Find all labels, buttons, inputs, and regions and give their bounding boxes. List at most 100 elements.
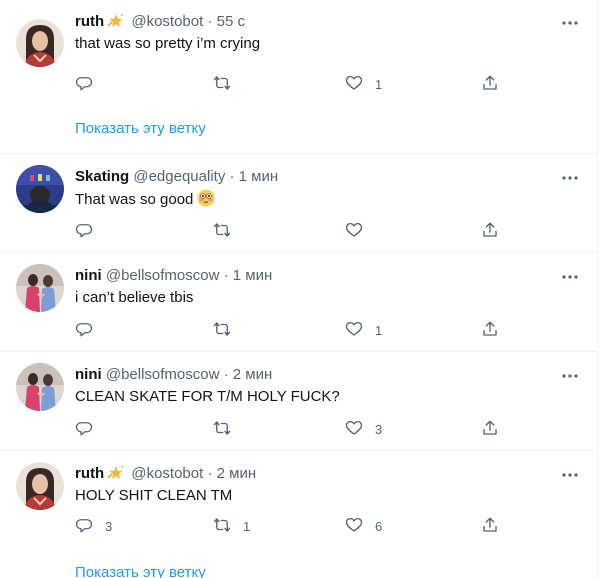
retweet-count: 1	[243, 518, 251, 534]
user-handle[interactable]: @bellsofmoscow	[106, 366, 220, 383]
heart-icon	[345, 419, 363, 440]
like-button[interactable]	[345, 221, 375, 241]
timestamp[interactable]: 2 мин	[233, 366, 273, 383]
more-dots-icon[interactable]	[561, 270, 579, 284]
like-button[interactable]: 3	[345, 419, 382, 439]
more-dots-icon[interactable]	[561, 171, 579, 185]
retweet-button[interactable]	[213, 74, 243, 94]
like-count: 6	[375, 518, 383, 534]
user-handle[interactable]: @kostobot	[131, 13, 203, 30]
tweet[interactable]: Skating @edgequality · 1 мин That was so…	[0, 155, 598, 253]
share-button[interactable]	[481, 419, 499, 439]
flushed-face-icon	[197, 189, 215, 207]
share-icon	[481, 221, 499, 242]
tweet-actions: 1	[75, 74, 515, 94]
display-name[interactable]: ruth	[75, 13, 104, 30]
timestamp[interactable]: 2 мин	[217, 465, 257, 482]
retweet-button[interactable]	[213, 419, 243, 439]
separator-dot: ·	[223, 267, 229, 284]
reply-button[interactable]: 3	[75, 516, 112, 536]
reply-icon	[75, 221, 93, 242]
share-button[interactable]	[481, 516, 499, 536]
tweet-feed: ruth @kostobot · 55 с that was so pretty…	[0, 0, 598, 578]
share-button[interactable]	[481, 320, 499, 340]
user-handle[interactable]: @edgequality	[133, 168, 225, 185]
tweet-text: i can’t believe tbis	[75, 289, 194, 306]
heart-icon	[345, 74, 363, 95]
tweet-text: That was so good	[75, 189, 215, 210]
reply-icon	[75, 516, 93, 537]
tweet-text: CLEAN SKATE FOR T/M HOLY FUCK?	[75, 388, 340, 405]
timestamp[interactable]: 1 мин	[233, 267, 273, 284]
tweet-header: ruth @kostobot · 55 с	[75, 12, 245, 32]
separator-dot: ·	[229, 168, 235, 185]
like-count: 3	[375, 421, 383, 437]
separator-dot: ·	[207, 465, 213, 482]
more-dots-icon[interactable]	[561, 16, 579, 30]
reply-icon	[75, 320, 93, 341]
heart-icon	[345, 320, 363, 341]
share-button[interactable]	[481, 221, 499, 241]
retweet-button[interactable]	[213, 320, 243, 340]
share-icon	[481, 516, 499, 537]
tweet[interactable]: nini @bellsofmoscow · 2 мин CLEAN SKATE …	[0, 353, 598, 451]
tweet[interactable]: ruth @kostobot · 55 с that was so pretty…	[0, 0, 598, 154]
timestamp[interactable]: 55 с	[217, 13, 245, 30]
reply-button[interactable]	[75, 74, 105, 94]
tweet[interactable]: ruth @kostobot · 2 мин HOLY SHIT CLEAN T…	[0, 452, 598, 578]
sparkle-star-icon	[107, 465, 125, 480]
display-name[interactable]: nini	[75, 366, 102, 383]
heart-icon	[345, 221, 363, 242]
retweet-icon	[213, 221, 231, 242]
like-count: 1	[375, 322, 383, 338]
tweet-header: ruth @kostobot · 2 мин	[75, 464, 256, 484]
show-thread-link[interactable]: Показать эту ветку	[75, 564, 206, 578]
tweet-text-content: That was so good	[75, 191, 194, 208]
tweet-actions	[75, 221, 515, 241]
separator-dot: ·	[207, 13, 213, 30]
avatar[interactable]	[16, 165, 64, 213]
share-icon	[481, 419, 499, 440]
like-button[interactable]: 6	[345, 516, 382, 536]
display-name[interactable]: Skating	[75, 168, 129, 185]
reply-icon	[75, 419, 93, 440]
timestamp[interactable]: 1 мин	[239, 168, 279, 185]
more-dots-icon[interactable]	[561, 369, 579, 383]
display-name[interactable]: nini	[75, 267, 102, 284]
retweet-button[interactable]: 1	[213, 516, 250, 536]
tweet-actions: 3 1 6	[75, 516, 515, 536]
reply-button[interactable]	[75, 221, 105, 241]
tweet-header: Skating @edgequality · 1 мин	[75, 167, 278, 187]
reply-button[interactable]	[75, 320, 105, 340]
reply-button[interactable]	[75, 419, 105, 439]
avatar[interactable]	[16, 264, 64, 312]
tweet-actions: 3	[75, 419, 515, 439]
user-handle[interactable]: @bellsofmoscow	[106, 267, 220, 284]
retweet-icon	[213, 320, 231, 341]
tweet-header: nini @bellsofmoscow · 2 мин	[75, 365, 272, 385]
tweet-text: HOLY SHIT CLEAN TM	[75, 487, 233, 504]
share-icon	[481, 320, 499, 341]
tweet-text: that was so pretty i’m crying	[75, 35, 261, 52]
reply-icon	[75, 74, 93, 95]
avatar[interactable]	[16, 363, 64, 411]
retweet-icon	[213, 419, 231, 440]
more-dots-icon[interactable]	[561, 468, 579, 482]
avatar[interactable]	[16, 19, 64, 67]
heart-icon	[345, 516, 363, 537]
tweet[interactable]: nini @bellsofmoscow · 1 мин i can’t beli…	[0, 254, 598, 352]
like-count: 1	[375, 76, 383, 92]
retweet-icon	[213, 516, 231, 537]
reply-count: 3	[105, 518, 113, 534]
retweet-button[interactable]	[213, 221, 243, 241]
sparkle-star-icon	[107, 13, 125, 28]
avatar[interactable]	[16, 462, 64, 510]
like-button[interactable]: 1	[345, 74, 382, 94]
share-button[interactable]	[481, 74, 499, 94]
show-thread-link[interactable]: Показать эту ветку	[75, 120, 206, 137]
display-name[interactable]: ruth	[75, 465, 104, 482]
retweet-icon	[213, 74, 231, 95]
user-handle[interactable]: @kostobot	[131, 465, 203, 482]
separator-dot: ·	[223, 366, 229, 383]
like-button[interactable]: 1	[345, 320, 382, 340]
